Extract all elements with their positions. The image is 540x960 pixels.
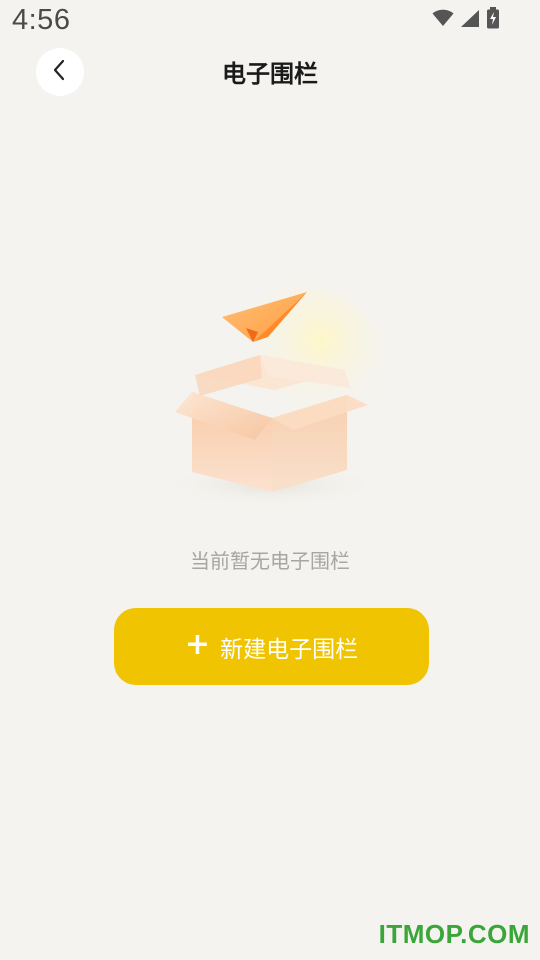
wifi-icon xyxy=(432,9,454,31)
create-fence-button[interactable]: + 新建电子围栏 xyxy=(114,608,429,685)
battery-charging-icon xyxy=(486,7,500,33)
signal-icon xyxy=(460,9,480,32)
watermark: ITMOP.COM xyxy=(378,919,530,949)
status-time: 4:56 xyxy=(12,4,71,36)
status-bar: 4:56 xyxy=(0,0,540,44)
page-title: 电子围栏 xyxy=(222,60,318,88)
empty-box-illustration xyxy=(150,280,400,520)
plus-icon: + xyxy=(184,626,211,662)
nav-bar: 电子围栏 xyxy=(0,48,540,98)
empty-state-message: 当前暂无电子围栏 xyxy=(190,549,350,573)
status-icons xyxy=(432,7,500,33)
create-fence-label: 新建电子围栏 xyxy=(220,636,359,663)
